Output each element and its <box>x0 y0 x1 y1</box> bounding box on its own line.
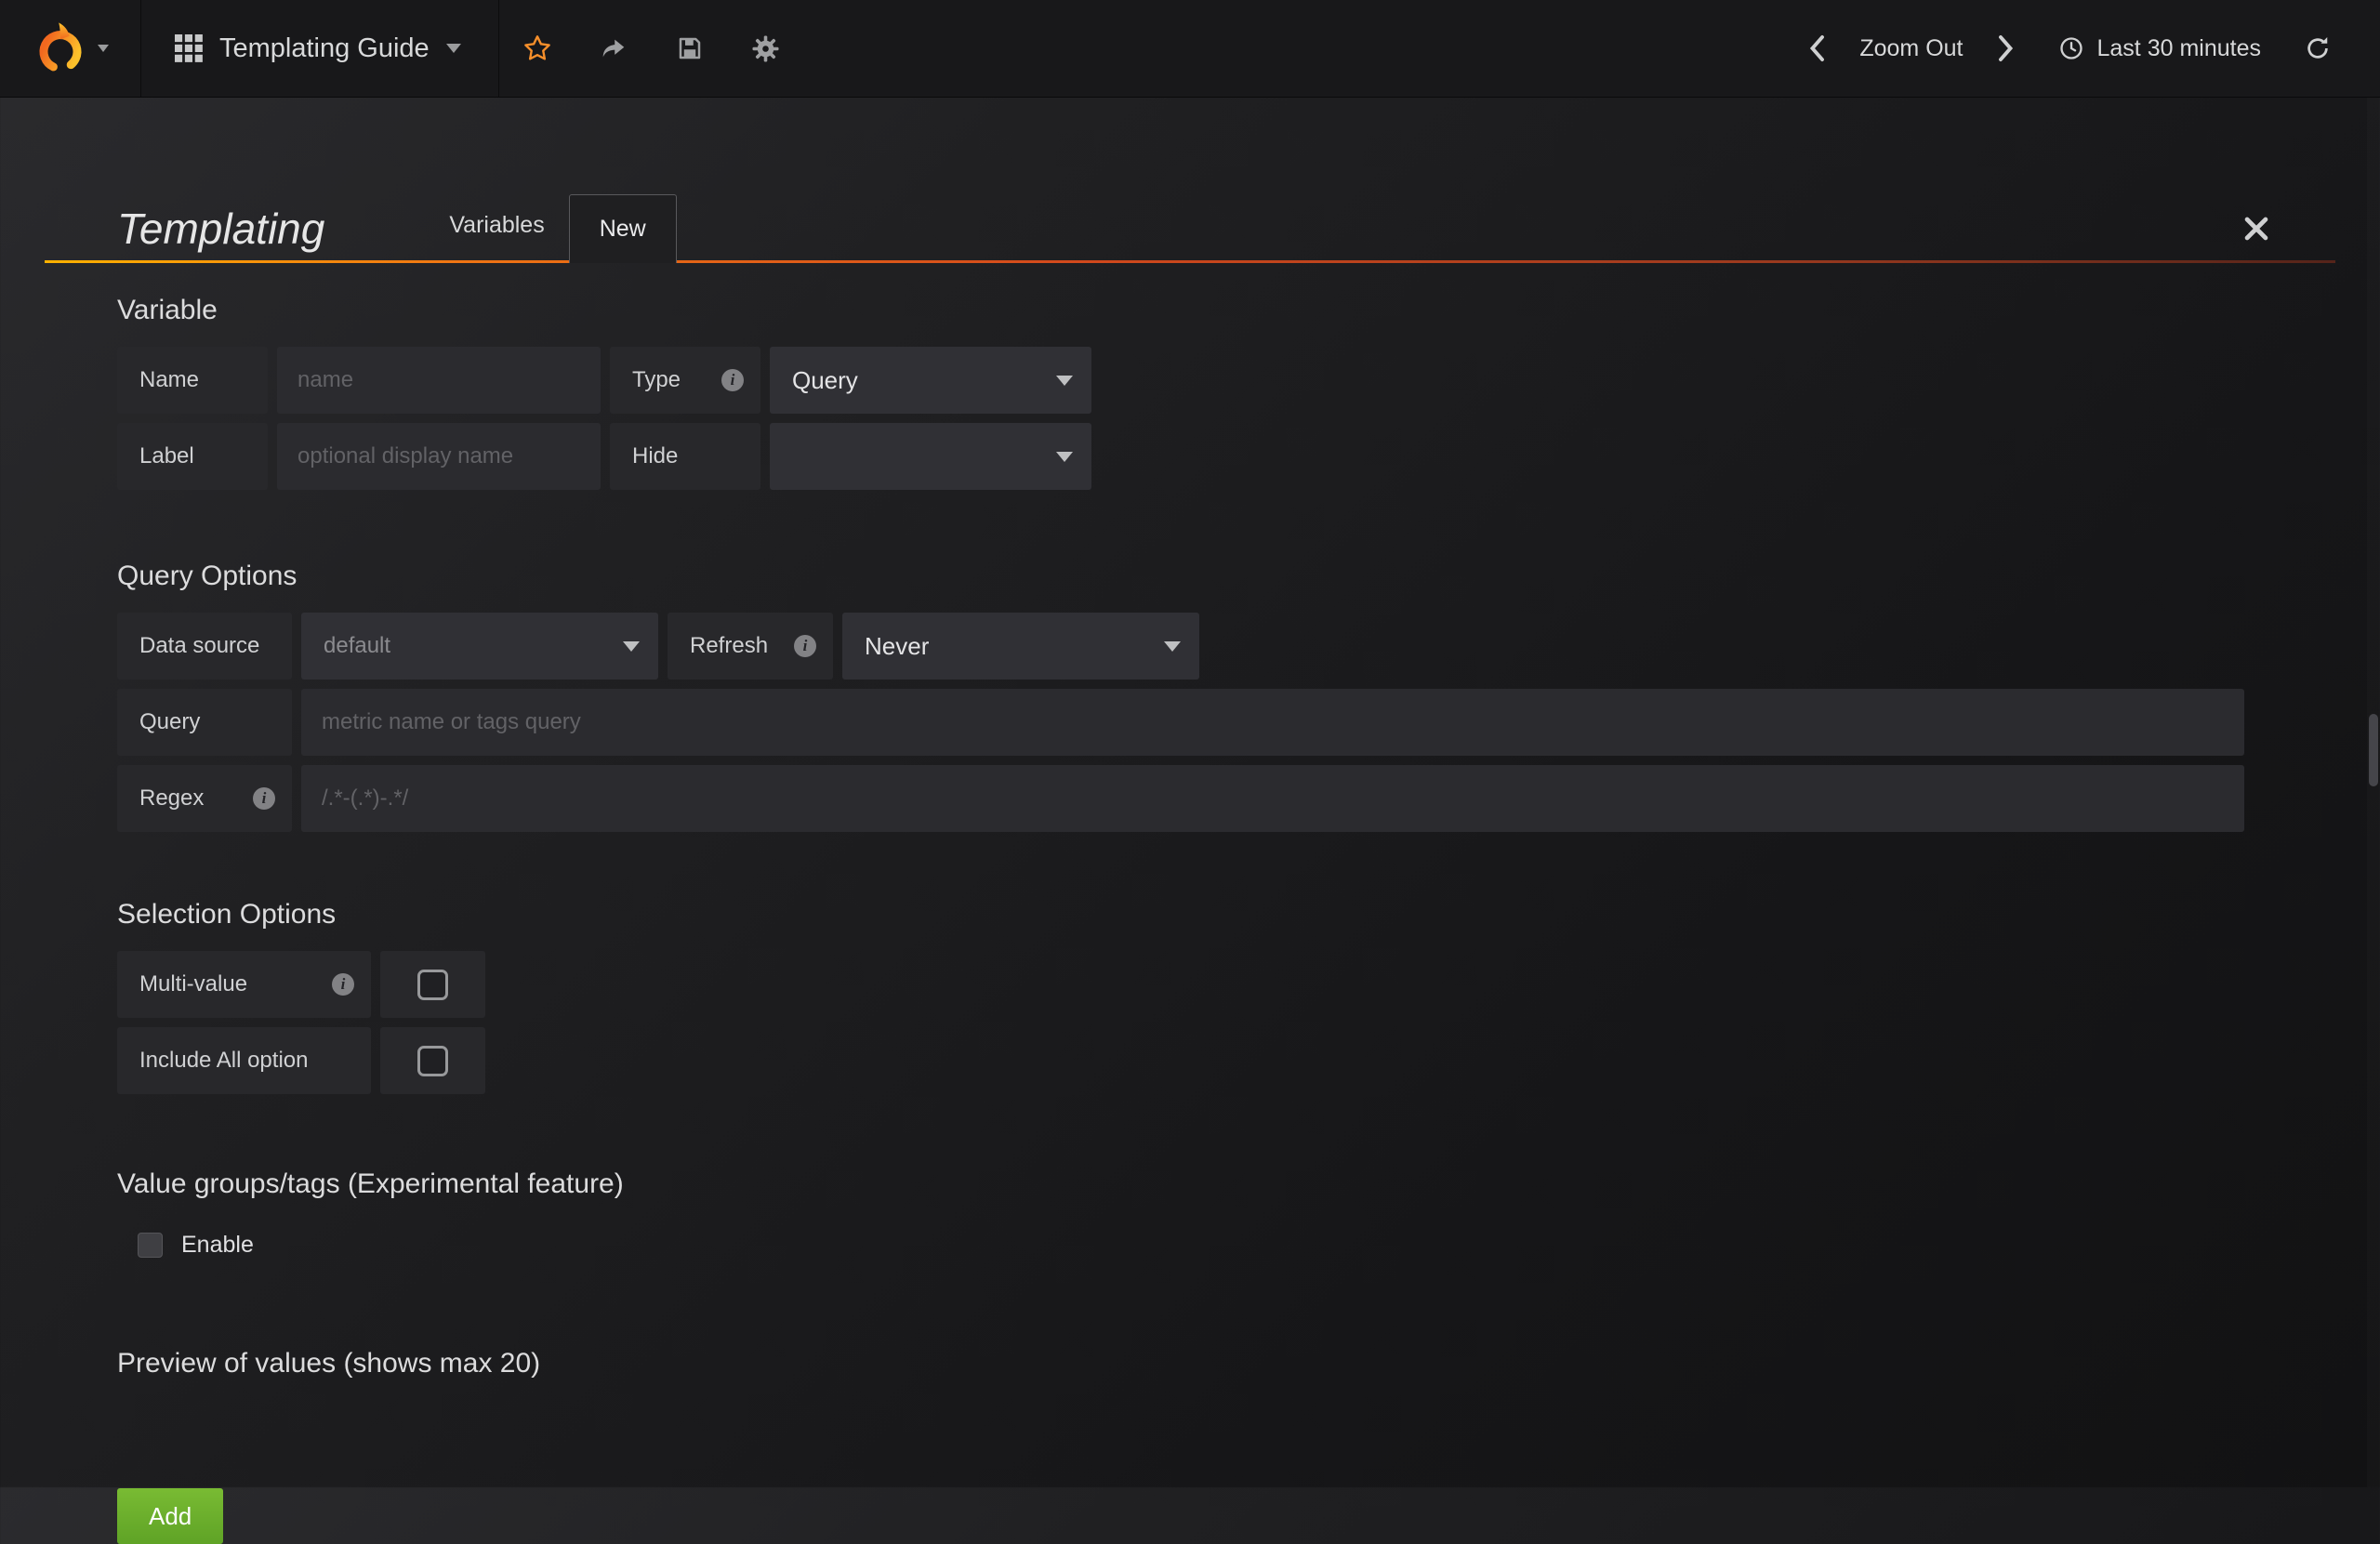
time-range-label: Last 30 minutes <box>2097 35 2262 62</box>
preview-heading: Preview of values (shows max 20) <box>117 1348 2335 1379</box>
regex-label: Regex i <box>117 765 292 832</box>
hide-select[interactable] <box>770 423 1091 490</box>
header-accent-line <box>45 260 2335 263</box>
multi-value-label: Multi-value i <box>117 951 371 1018</box>
scrollbar-track <box>2367 98 2380 1487</box>
form-row: Query <box>117 689 2335 756</box>
label-label: Label <box>117 423 268 490</box>
time-shift-forward-button[interactable] <box>1997 34 2016 62</box>
caret-down-icon <box>1056 376 1073 386</box>
share-button[interactable] <box>575 0 652 97</box>
add-button[interactable]: Add <box>117 1488 223 1544</box>
close-editor-button[interactable] <box>2237 209 2276 248</box>
grafana-dashboard-page: { "navbar": { "title": "Templating Guide… <box>0 0 2380 1487</box>
form-row: Multi-value i <box>117 951 2335 1018</box>
include-all-checkbox-tile <box>380 1027 485 1094</box>
refresh-select[interactable]: Never <box>842 613 1199 680</box>
scrollbar-thumb[interactable] <box>2369 714 2378 786</box>
caret-down-icon <box>1056 452 1073 462</box>
type-label-text: Type <box>632 367 681 393</box>
value-groups-section: Value groups/tags (Experimental feature)… <box>45 1168 2335 1259</box>
variable-heading: Variable <box>117 295 2335 326</box>
type-select-value: Query <box>792 366 858 395</box>
refresh-icon <box>2304 34 2332 62</box>
refresh-label: Refresh i <box>668 613 833 680</box>
caret-down-icon <box>623 641 640 652</box>
time-zoom-controls: Zoom Out <box>1807 34 2057 62</box>
save-button[interactable] <box>652 0 728 97</box>
name-label: Name <box>117 347 268 414</box>
type-select[interactable]: Query <box>770 347 1091 414</box>
dashboard-grid-icon <box>175 34 203 62</box>
data-source-label: Data source <box>117 613 292 680</box>
include-all-checkbox[interactable] <box>417 1046 448 1076</box>
enable-row: Enable <box>117 1232 2335 1259</box>
form-row: Label Hide <box>117 423 2335 490</box>
tab-variables[interactable]: Variables <box>425 212 568 263</box>
save-icon <box>676 34 704 62</box>
navbar-right-controls: Zoom Out Last 30 minutes <box>1807 0 2380 97</box>
selection-options-heading: Selection Options <box>117 899 2335 930</box>
page-title: Templating <box>117 207 324 263</box>
regex-input[interactable] <box>301 765 2244 832</box>
form-row: Data source default Refresh i Never <box>117 613 2335 680</box>
refresh-label-text: Refresh <box>690 633 768 659</box>
info-icon[interactable]: i <box>721 369 744 391</box>
info-icon[interactable]: i <box>332 973 354 996</box>
regex-label-text: Regex <box>139 785 204 812</box>
tab-new[interactable]: New <box>569 194 677 263</box>
selection-options-section: Selection Options Multi-value i Include … <box>45 899 2335 1094</box>
variable-section: Variable Name Type i Query Label Hide <box>45 295 2335 490</box>
enable-checkbox[interactable] <box>138 1233 163 1258</box>
form-row: Regex i <box>117 765 2335 832</box>
caret-down-icon <box>1164 641 1181 652</box>
include-all-label: Include All option <box>117 1027 371 1094</box>
close-icon <box>2241 213 2272 244</box>
query-options-section: Query Options Data source default Refres… <box>45 561 2335 832</box>
dashboard-title-menu[interactable]: Templating Guide <box>141 0 499 97</box>
info-icon[interactable]: i <box>794 635 816 657</box>
query-label: Query <box>117 689 292 756</box>
zoom-out-button[interactable]: Zoom Out <box>1859 35 1963 62</box>
info-icon[interactable]: i <box>253 787 275 810</box>
multi-value-checkbox[interactable] <box>417 970 448 1000</box>
preview-section: Preview of values (shows max 20) Add <box>45 1348 2335 1544</box>
data-source-select[interactable]: default <box>301 613 658 680</box>
chevron-left-icon <box>1807 34 1826 62</box>
settings-button[interactable] <box>728 0 804 97</box>
time-range-picker[interactable]: Last 30 minutes <box>2058 35 2305 62</box>
time-shift-back-button[interactable] <box>1807 34 1826 62</box>
value-groups-heading: Value groups/tags (Experimental feature) <box>117 1168 2335 1200</box>
editor-tabs: Variables New <box>425 194 676 263</box>
clock-icon <box>2058 35 2084 61</box>
caret-down-icon <box>98 45 109 52</box>
chevron-right-icon <box>1997 34 2016 62</box>
templating-editor: Templating Variables New Variable Name T… <box>45 178 2335 1544</box>
hide-label: Hide <box>610 423 760 490</box>
multi-value-label-text: Multi-value <box>139 971 247 997</box>
name-input[interactable] <box>277 347 601 414</box>
label-input[interactable] <box>277 423 601 490</box>
query-options-heading: Query Options <box>117 561 2335 592</box>
grafana-logo-icon <box>33 20 88 76</box>
enable-label: Enable <box>181 1232 254 1259</box>
star-button[interactable] <box>499 0 575 97</box>
multi-value-checkbox-tile <box>380 951 485 1018</box>
gear-icon <box>750 33 781 64</box>
refresh-select-value: Never <box>865 632 929 661</box>
star-icon <box>522 33 552 63</box>
form-row: Name Type i Query <box>117 347 2335 414</box>
grafana-logo-menu[interactable] <box>0 0 141 97</box>
caret-down-icon <box>446 44 461 53</box>
type-label: Type i <box>610 347 760 414</box>
data-source-value: default <box>324 633 390 659</box>
form-row: Include All option <box>117 1027 2335 1094</box>
refresh-button[interactable] <box>2304 34 2332 62</box>
query-input[interactable] <box>301 689 2244 756</box>
dashboard-title: Templating Guide <box>219 33 430 64</box>
navbar: Templating Guide <box>0 0 2380 98</box>
navbar-actions <box>499 0 804 97</box>
share-icon <box>600 34 628 62</box>
editor-header: Templating Variables New <box>45 178 2335 263</box>
